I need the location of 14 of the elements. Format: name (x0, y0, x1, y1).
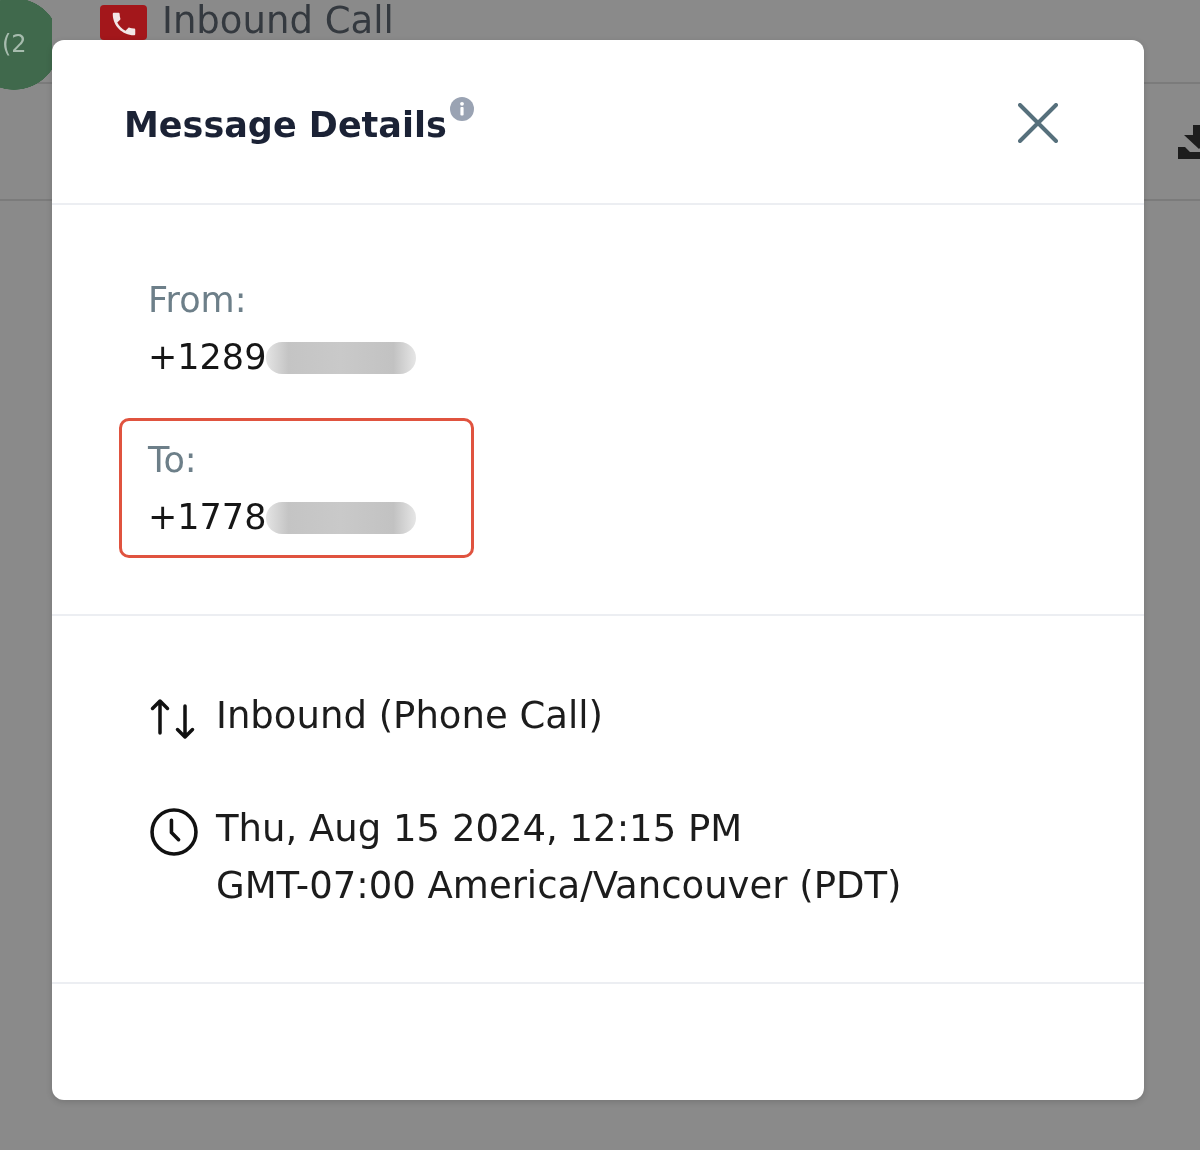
detail-text: GMT-07:00 America/Vancouver (PDT) (216, 863, 902, 909)
phone-number: +1778 (148, 496, 267, 539)
page-title: Inbound Call (162, 3, 394, 39)
avatar-badge: (2 (0, 0, 52, 92)
detail-text: Thu, Aug 15 2024, 12:15 PM (216, 806, 743, 852)
download-icon[interactable] (1178, 124, 1200, 159)
field-label: To: (148, 439, 197, 482)
clock-icon (150, 808, 198, 856)
close-icon (1018, 103, 1058, 143)
field-label: From: (148, 279, 247, 322)
dialog-title: Message Details (124, 104, 447, 146)
phone-number: +1289 (148, 336, 267, 379)
detail-text: Inbound (Phone Call) (216, 693, 603, 739)
phone-icon (100, 5, 147, 40)
